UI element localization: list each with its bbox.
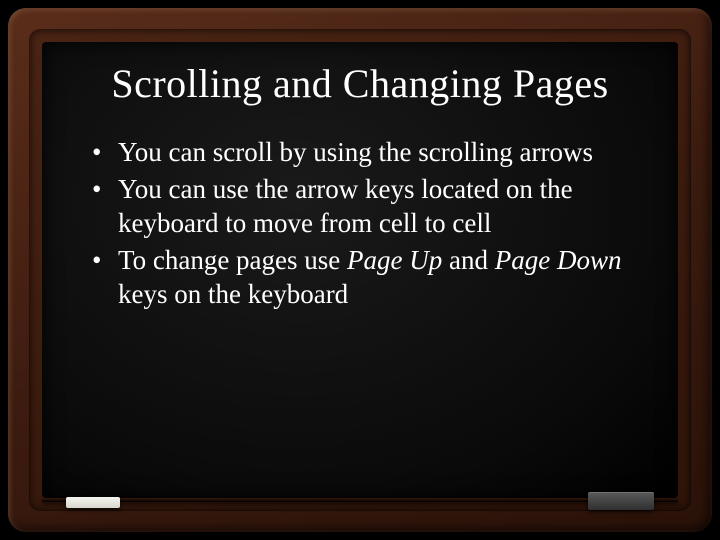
chalkboard-frame-outer: Scrolling and Changing Pages You can scr… [8, 8, 712, 532]
list-item: To change pages use Page Up and Page Dow… [90, 243, 638, 312]
chalkboard-surface: Scrolling and Changing Pages You can scr… [42, 42, 678, 498]
bullet-em: Page Down [495, 245, 622, 275]
bullet-text: You can scroll by using the scrolling ar… [118, 137, 593, 167]
bullet-em: Page Up [347, 245, 442, 275]
bullet-text: To change pages use [118, 245, 347, 275]
eraser-icon [588, 492, 654, 510]
list-item: You can scroll by using the scrolling ar… [90, 135, 638, 170]
chalk-icon [66, 497, 120, 508]
bullet-text: keys on the keyboard [118, 279, 348, 309]
bullet-list: You can scroll by using the scrolling ar… [82, 135, 638, 312]
list-item: You can use the arrow keys located on th… [90, 172, 638, 241]
slide-title: Scrolling and Changing Pages [82, 60, 638, 107]
bullet-text: and [442, 245, 494, 275]
chalkboard-ledge [42, 499, 678, 502]
bullet-text: You can use the arrow keys located on th… [118, 174, 573, 239]
